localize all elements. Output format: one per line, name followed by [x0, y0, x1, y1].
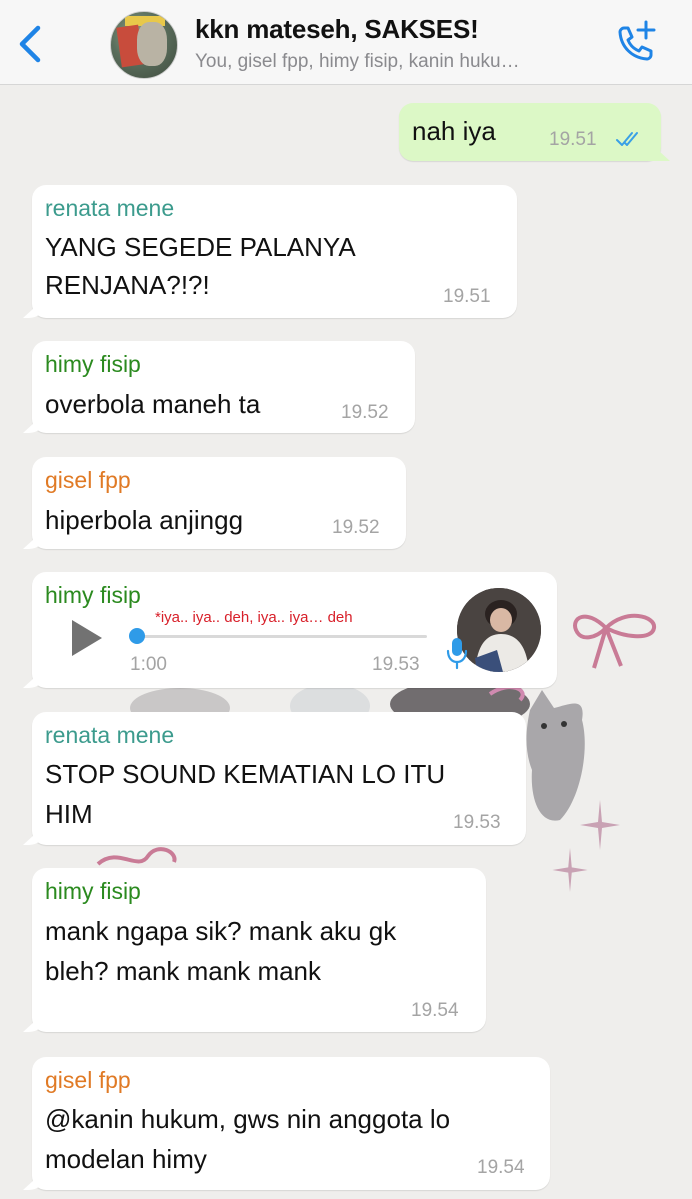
- play-icon[interactable]: [68, 618, 104, 658]
- voice-duration: 1:00: [130, 654, 167, 675]
- message-text: nah iya: [412, 116, 496, 146]
- chat-header: kkn mateseh, SAKSES! You, gisel fpp, him…: [0, 0, 692, 85]
- sparkle-decoration: [580, 800, 620, 850]
- microphone-icon: [446, 638, 468, 670]
- incoming-message[interactable]: himy fisip mank ngapa sik? mank aku gk b…: [32, 868, 486, 1032]
- message-text: HIM: [45, 799, 93, 829]
- group-avatar[interactable]: [110, 11, 178, 79]
- outgoing-message[interactable]: nah iya 19.51: [399, 103, 661, 161]
- double-check-icon: [616, 132, 638, 146]
- message-time: 19.54: [477, 1157, 525, 1178]
- message-time: 19.51: [443, 286, 491, 307]
- message-text: bleh? mank mank mank: [45, 956, 322, 986]
- message-time: 19.54: [411, 1000, 459, 1021]
- chat-participants[interactable]: You, gisel fpp, himy fisip, kanin huku…: [195, 51, 595, 73]
- sender-name: himy fisip: [45, 582, 141, 608]
- chat-title[interactable]: kkn mateseh, SAKSES!: [195, 14, 595, 45]
- sender-name: renata mene: [45, 195, 175, 221]
- message-text: @kanin hukum, gws nin anggota lo: [45, 1104, 451, 1134]
- incoming-message[interactable]: himy fisip overbola maneh ta 19.52: [32, 341, 415, 433]
- message-time: 19.53: [453, 812, 501, 833]
- incoming-message[interactable]: renata mene STOP SOUND KEMATIAN LO ITU H…: [32, 712, 526, 845]
- message-text: RENJANA?!?!: [45, 270, 210, 300]
- message-text: mank ngapa sik? mank aku gk: [45, 916, 397, 946]
- message-text: modelan himy: [45, 1144, 207, 1174]
- sender-name: himy fisip: [45, 878, 141, 904]
- message-time: 19.53: [372, 654, 420, 675]
- sender-name: gisel fpp: [45, 1067, 131, 1093]
- voice-message[interactable]: himy fisip *iya.. iya.. deh, iya.. iya… …: [32, 572, 557, 688]
- voice-progress-track[interactable]: [131, 635, 427, 638]
- incoming-message[interactable]: gisel fpp @kanin hukum, gws nin anggota …: [32, 1057, 550, 1190]
- message-text: hiperbola anjingg: [45, 505, 244, 535]
- message-text: YANG SEGEDE PALANYA: [45, 232, 356, 262]
- message-time: 19.52: [341, 402, 389, 423]
- voice-progress-knob[interactable]: [129, 628, 145, 644]
- message-text: STOP SOUND KEMATIAN LO ITU: [45, 759, 446, 789]
- message-time: 19.51: [549, 129, 597, 150]
- sender-name: gisel fpp: [45, 467, 131, 493]
- sender-name: renata mene: [45, 722, 175, 748]
- ribbon-decoration: [573, 613, 656, 669]
- message-time: 19.52: [332, 517, 380, 538]
- incoming-message[interactable]: renata mene YANG SEGEDE PALANYA RENJANA?…: [32, 185, 517, 318]
- chevron-left-icon[interactable]: [12, 22, 52, 66]
- phone-plus-icon[interactable]: [610, 18, 660, 68]
- sender-name: himy fisip: [45, 351, 141, 377]
- incoming-message[interactable]: gisel fpp hiperbola anjingg 19.52: [32, 457, 406, 549]
- message-text: overbola maneh ta: [45, 389, 261, 419]
- sparkle-decoration: [552, 848, 588, 892]
- sender-avatar: [457, 588, 541, 672]
- lyric-annotation: *iya.. iya.. deh, iya.. iya… deh: [155, 609, 353, 626]
